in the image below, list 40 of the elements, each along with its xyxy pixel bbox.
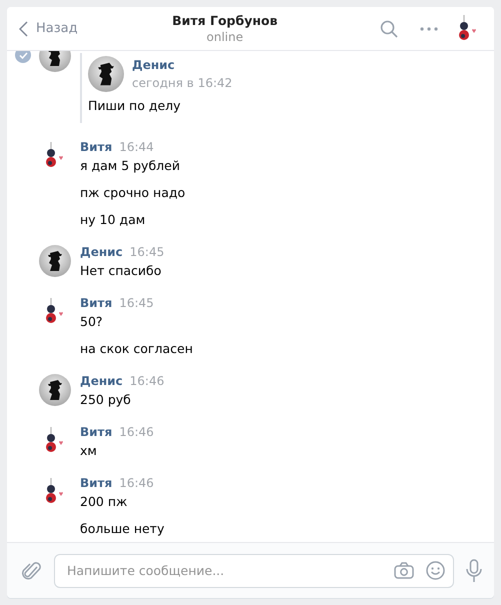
sender-name[interactable]: Денис [132,58,232,72]
chat-title: Витя Горбунов [172,13,278,28]
message-time: 16:46 [119,476,154,490]
microphone-icon[interactable] [466,558,482,582]
message-text: 50? [80,313,104,330]
sender-name[interactable]: Витя [80,140,112,154]
message-text: больше нету [80,520,164,537]
online-status: online [206,30,244,44]
message-text: хм [80,442,98,459]
silhouette-avatar [88,56,124,92]
sender-name[interactable]: Витя [80,425,112,439]
message-text: ну 10 дам [80,211,146,228]
sender-name[interactable]: Витя [80,476,112,490]
back-link[interactable]: Назад [19,20,78,36]
message-time: 16:45 [119,296,154,310]
message-text: я дам 5 рублей [80,157,181,174]
message-time: сегодня в 16:42 [132,76,232,90]
message-time: 16:46 [130,374,164,388]
sender-name[interactable]: Денис [80,245,123,259]
check-icon[interactable] [15,51,31,63]
message-time: 16:44 [119,140,154,154]
camera-icon[interactable] [394,562,414,579]
message-text: Нет спасибо [80,262,162,279]
message-time: 16:46 [119,425,154,439]
message-field[interactable]: Напишите сообщение... [54,554,454,588]
message-input[interactable]: Напишите сообщение... [65,562,382,579]
message-time: 16:45 [130,245,164,259]
message-text: 250 руб [80,391,132,408]
smiley-icon[interactable] [426,561,445,580]
message-text: на скок согласен [80,340,193,357]
message-text: пж срочно надо [80,184,186,201]
sender-name[interactable]: Витя [80,296,112,310]
message-text: 200 пж [80,493,128,510]
message-text: Пиши по делу [88,98,182,113]
more-icon [420,26,438,30]
silhouette-avatar [39,245,71,277]
chevron-left-icon [19,20,28,36]
silhouette-avatar [39,374,71,406]
paperclip-icon[interactable] [22,560,42,582]
sender-name[interactable]: Денис [80,374,123,388]
